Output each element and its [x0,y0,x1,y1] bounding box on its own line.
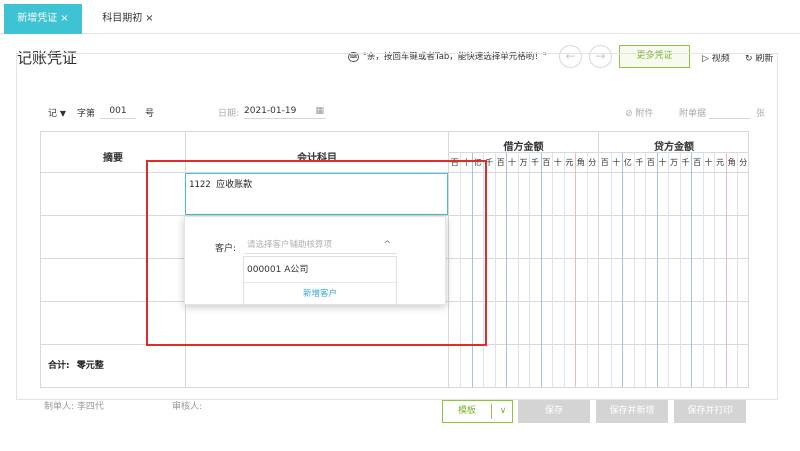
zi-label: 字第 [77,109,96,119]
date-value: 2021-01-19 [244,106,297,116]
digit-unit-label: 亿 [623,158,632,167]
digit-divider [702,153,704,387]
digit-unit-label: 百 [496,158,505,167]
digit-unit-label: 十 [553,158,562,167]
divider [491,404,492,419]
preparer-label: 制单人: [44,402,75,412]
digit-unit-label: 分 [739,158,748,167]
digit-unit-label: 角 [576,158,585,167]
template-label: 模板 [457,406,476,416]
preparer-name: 李四代 [76,402,104,412]
digit-divider [552,153,554,387]
col-divider [598,132,599,387]
digit-unit-label: 分 [588,158,597,167]
total-value: 零元整 [76,361,104,371]
highlight-box [146,160,487,346]
digit-divider [586,153,588,387]
close-icon[interactable]: × [145,13,153,24]
chevron-down-icon: ▼ [59,109,67,118]
tab-bar: 新增凭证 × 科目期初 × [0,0,800,34]
tab-subject-opening[interactable]: 科目期初 × [88,4,168,34]
save-and-new-button[interactable]: 保存并新增 [596,400,668,423]
attachment-count-input[interactable] [709,103,750,119]
attachment-count-label: 附单据 [679,109,707,119]
close-icon[interactable]: × [60,13,68,24]
voucher-type-select[interactable]: 记 ▼ [48,106,66,119]
digit-unit-label: 百 [600,158,609,167]
digit-unit-label: 十 [612,158,621,167]
digit-unit-label: 千 [635,158,644,167]
tab-new-voucher[interactable]: 新增凭证 × [4,4,82,34]
chevron-down-icon[interactable]: ∨ [495,401,511,422]
digit-divider [506,153,508,387]
digit-unit-label: 十 [704,158,713,167]
hao-label: 号 [145,109,155,119]
digit-unit-label: 元 [716,158,725,167]
digit-unit-label: 千 [530,158,539,167]
digit-divider [645,153,647,387]
digit-unit-label: 元 [565,158,574,167]
digit-unit-label: 万 [670,158,678,167]
voucher-type-value: 记 [48,109,58,119]
credit-header: 贷方金额 [654,142,694,153]
reviewer-label: 审核人: [172,402,203,412]
digit-divider [633,153,635,387]
calendar-icon[interactable]: ▦ [315,103,324,119]
total-row: 合计: 零元整 [48,358,104,371]
save-and-print-button[interactable]: 保存并打印 [674,400,746,423]
digit-divider [656,153,658,387]
date-input[interactable]: 2021-01-19 ▦ [244,103,326,119]
digit-unit-label: 百 [646,158,655,167]
digit-divider [714,153,716,387]
digit-divider [575,153,577,387]
digit-unit-label: 十 [508,158,517,167]
debit-header: 借方金额 [503,142,544,153]
digit-divider [668,153,670,387]
voucher-number-input[interactable]: 001 [100,103,136,119]
date-label: 日期: [218,109,240,119]
digit-unit-label: 角 [727,158,736,167]
attachment-label: 附件 [635,109,654,119]
digit-unit-label: 百 [542,158,551,167]
digit-unit-label: 千 [681,158,690,167]
digit-divider [622,153,624,387]
attachment-unit: 张 [756,109,766,119]
digit-divider [494,153,496,387]
digit-unit-label: 万 [519,158,528,167]
save-button[interactable]: 保存 [518,400,590,423]
attachment-link[interactable]: ⊘ 附件 [625,106,653,119]
reviewer: 审核人: [172,399,202,412]
total-label: 合计: [48,361,70,371]
tab-label: 新增凭证 [17,13,58,24]
digit-divider [517,153,519,387]
tab-label: 科目期初 [102,13,143,24]
digit-divider [691,153,693,387]
digit-divider [679,153,681,387]
preparer: 制单人: 李四代 [44,399,104,412]
digit-unit-label: 百 [693,158,702,167]
digit-unit-label: 十 [658,158,667,167]
paperclip-icon: ⊘ [625,109,633,119]
digit-divider [725,153,727,387]
digit-divider [529,153,531,387]
template-button[interactable]: 模板 ∨ [442,400,513,423]
digit-divider [563,153,565,387]
digit-divider [610,153,612,387]
digit-divider [737,153,739,387]
digit-divider [540,153,542,387]
